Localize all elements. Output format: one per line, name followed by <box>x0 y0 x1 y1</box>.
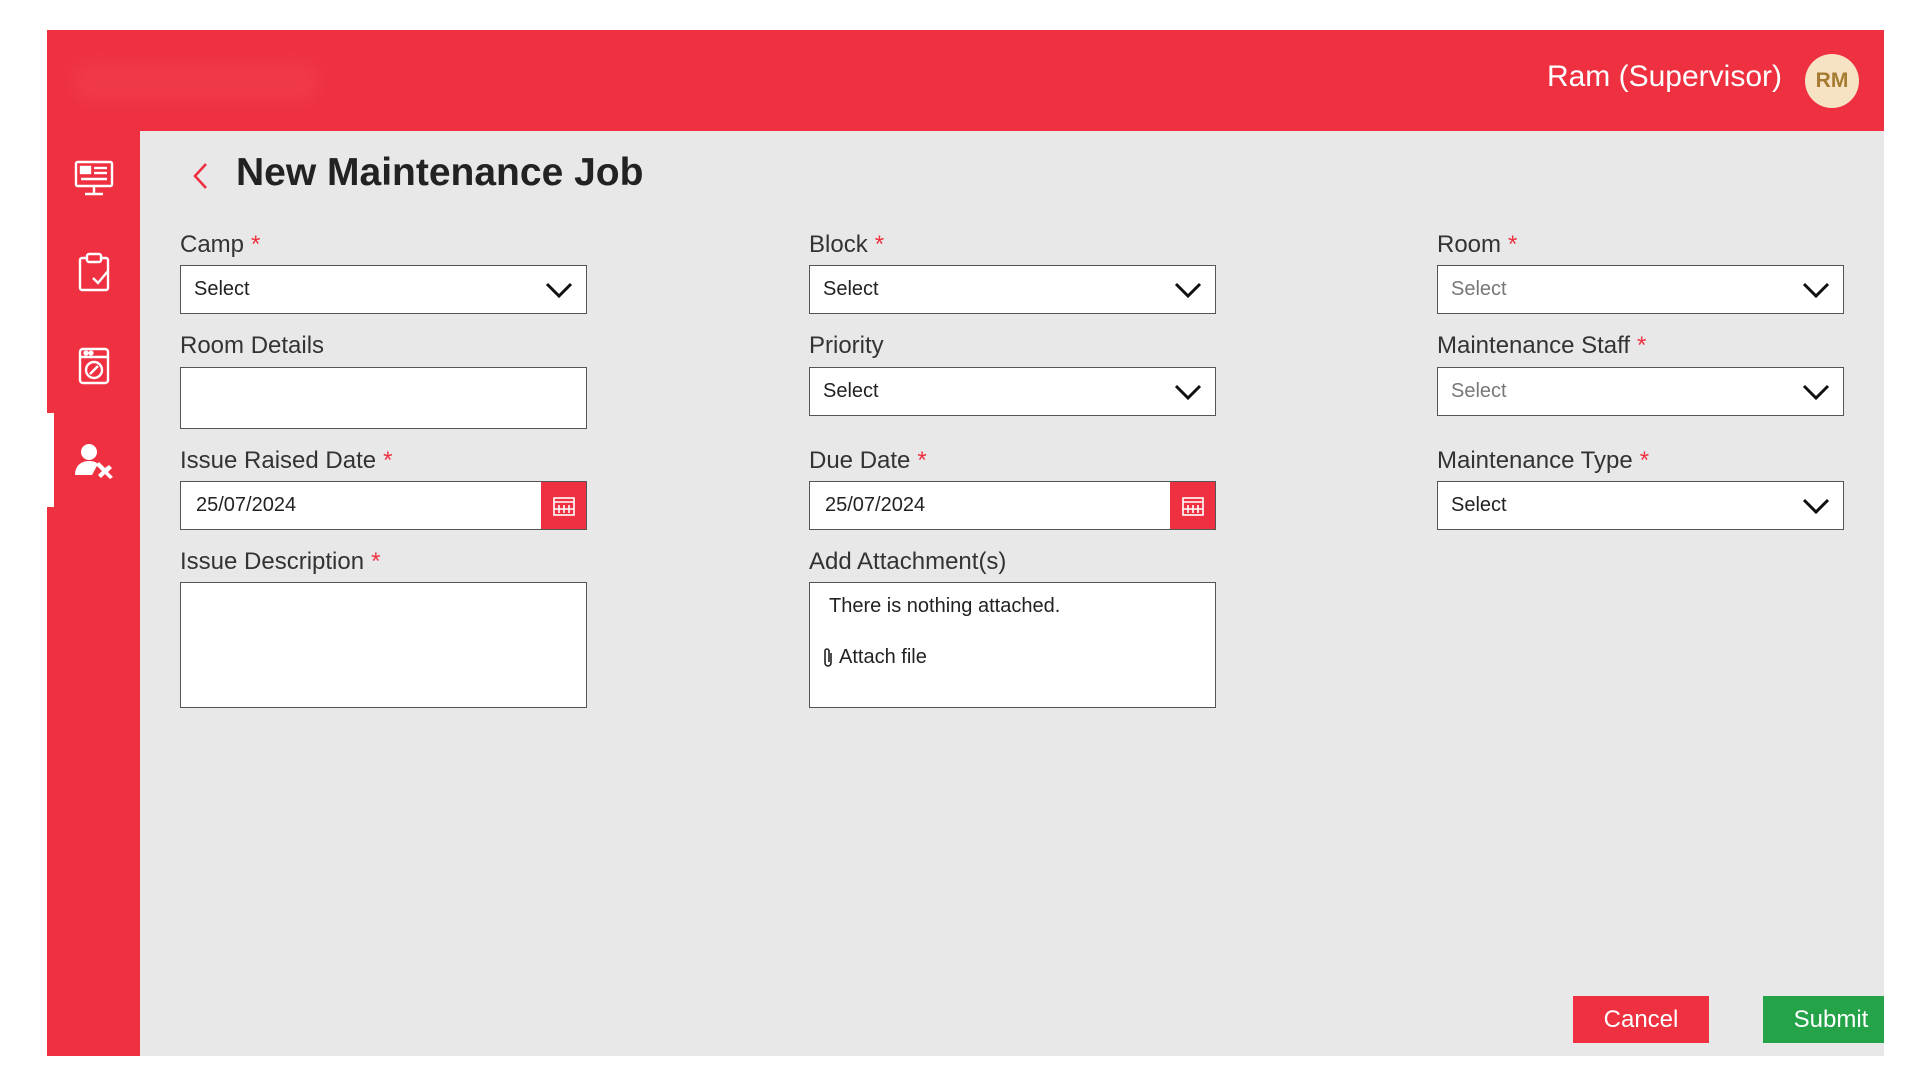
calendar-button[interactable] <box>1170 482 1215 529</box>
block-label: Block * <box>809 231 885 258</box>
chevron-down-icon <box>1789 266 1843 313</box>
user-maintenance-icon <box>74 444 113 479</box>
user-name: Ram (Supervisor) <box>1546 60 1782 93</box>
sidebar-item-tasks[interactable] <box>47 225 140 319</box>
chevron-left-icon <box>193 163 207 189</box>
required-asterisk: * <box>1508 231 1518 258</box>
required-asterisk: * <box>874 231 885 258</box>
cancel-button[interactable]: Cancel <box>1573 996 1709 1043</box>
maintenance-staff-label: Maintenance Staff * <box>1437 332 1647 359</box>
washing-machine-icon <box>78 347 109 385</box>
attachments-box: There is nothing attached. Attach file <box>809 582 1216 708</box>
due-date-field[interactable]: 25/07/2024 <box>809 481 1216 530</box>
room-details-input[interactable] <box>180 367 587 429</box>
submit-button[interactable]: Submit <box>1763 996 1884 1043</box>
maintenance-type-label: Maintenance Type * <box>1437 447 1650 474</box>
required-asterisk: * <box>251 231 261 258</box>
sidebar-item-dashboard[interactable] <box>47 131 140 225</box>
priority-select[interactable]: Select <box>809 367 1216 416</box>
top-bar: Ram (Supervisor) RM <box>47 30 1884 131</box>
room-select[interactable]: Select <box>1437 265 1844 314</box>
room-details-label: Room Details <box>180 332 325 359</box>
attach-file-button[interactable]: Attach file <box>822 646 927 669</box>
app-window: Ram (Supervisor) RM New Maintenance Job … <box>47 30 1884 1056</box>
issue-raised-date-label: Issue Raised Date * <box>180 447 393 474</box>
sidebar <box>47 131 140 1056</box>
block-select[interactable]: Select <box>809 265 1216 314</box>
due-date-label: Due Date * <box>809 447 927 474</box>
required-asterisk: * <box>1637 332 1647 359</box>
attachments-empty-text: There is nothing attached. <box>829 595 1061 617</box>
page-title: New Maintenance Job <box>236 151 644 194</box>
paperclip-icon <box>824 647 832 667</box>
dashboard-monitor-icon <box>74 160 113 196</box>
back-button[interactable] <box>186 158 216 194</box>
issue-description-label: Issue Description * <box>180 548 381 575</box>
chevron-down-icon <box>1161 266 1215 313</box>
camp-label: Camp * <box>180 231 261 258</box>
avatar[interactable]: RM <box>1805 54 1859 108</box>
chevron-down-icon <box>532 266 586 313</box>
chevron-down-icon <box>1789 368 1843 415</box>
brand-logo-blurred <box>71 60 321 104</box>
chevron-down-icon <box>1789 482 1843 529</box>
issue-description-textarea[interactable] <box>180 582 587 708</box>
room-label: Room * <box>1437 231 1518 258</box>
attach-file-label: Attach file <box>839 646 927 668</box>
attachments-label: Add Attachment(s) <box>809 548 1007 575</box>
camp-select[interactable]: Select <box>180 265 587 314</box>
priority-label: Priority <box>809 332 884 359</box>
calendar-icon <box>552 496 575 516</box>
clipboard-check-icon <box>78 252 109 292</box>
required-asterisk: * <box>1639 447 1650 474</box>
required-asterisk: * <box>917 447 927 474</box>
main-content: New Maintenance Job Camp * Select Block * … <box>140 131 1884 1056</box>
calendar-button[interactable] <box>541 482 586 529</box>
sidebar-item-maintenance[interactable] <box>47 413 140 507</box>
required-asterisk: * <box>383 447 393 474</box>
calendar-icon <box>1181 496 1204 516</box>
issue-raised-date-field[interactable]: 25/07/2024 <box>180 481 587 530</box>
chevron-down-icon <box>1161 368 1215 415</box>
maintenance-staff-select[interactable]: Select <box>1437 367 1844 416</box>
required-asterisk: * <box>371 548 381 575</box>
maintenance-type-select[interactable]: Select <box>1437 481 1844 530</box>
sidebar-item-laundry[interactable] <box>47 319 140 413</box>
